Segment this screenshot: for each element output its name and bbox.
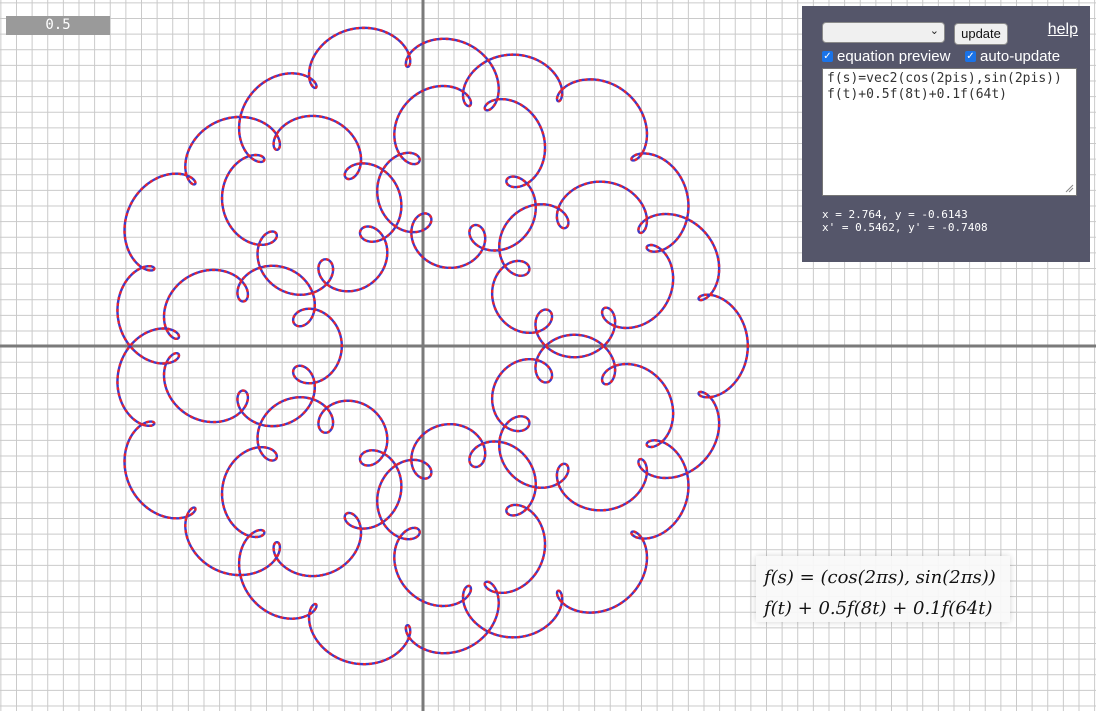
chevron-down-icon: ⌄: [929, 24, 939, 37]
equation-textarea[interactable]: f(s)=vec2(cos(2pis),sin(2pis)) f(t)+0.5f…: [822, 68, 1077, 196]
update-button[interactable]: update: [954, 23, 1008, 45]
resize-grip-icon[interactable]: [1064, 183, 1074, 193]
time-slider-value[interactable]: 0.5: [6, 16, 110, 35]
control-panel: ⌄ update help ✓ equation preview ✓ auto-…: [802, 6, 1090, 262]
equation-text: f(s)=vec2(cos(2pis),sin(2pis)) f(t)+0.5f…: [827, 71, 1062, 102]
equation-preview-label: equation preview: [837, 48, 951, 65]
auto-update-label: auto-update: [980, 48, 1061, 65]
equation-preview-checkbox[interactable]: ✓ equation preview: [822, 48, 950, 65]
help-link[interactable]: help: [1048, 21, 1078, 39]
readout-derivative: x' = 0.5462, y' = -0.7408: [822, 221, 988, 234]
formula-line-1: f(s) = (cos(2πs), sin(2πs)): [764, 567, 996, 588]
coordinate-readout: x = 2.764, y = -0.6143 x' = 0.5462, y' =…: [822, 208, 1078, 234]
checkmark-icon: ✓: [965, 51, 976, 62]
readout-position: x = 2.764, y = -0.6143: [822, 208, 968, 221]
preset-select[interactable]: ⌄: [822, 22, 945, 43]
auto-update-checkbox[interactable]: ✓ auto-update: [965, 48, 1060, 65]
formula-line-2: f(t) + 0.5f(8t) + 0.1f(64t): [764, 598, 993, 619]
checkmark-icon: ✓: [822, 51, 833, 62]
equation-preview: f(s) = (cos(2πs), sin(2πs)) f(t) + 0.5f(…: [756, 556, 1010, 622]
